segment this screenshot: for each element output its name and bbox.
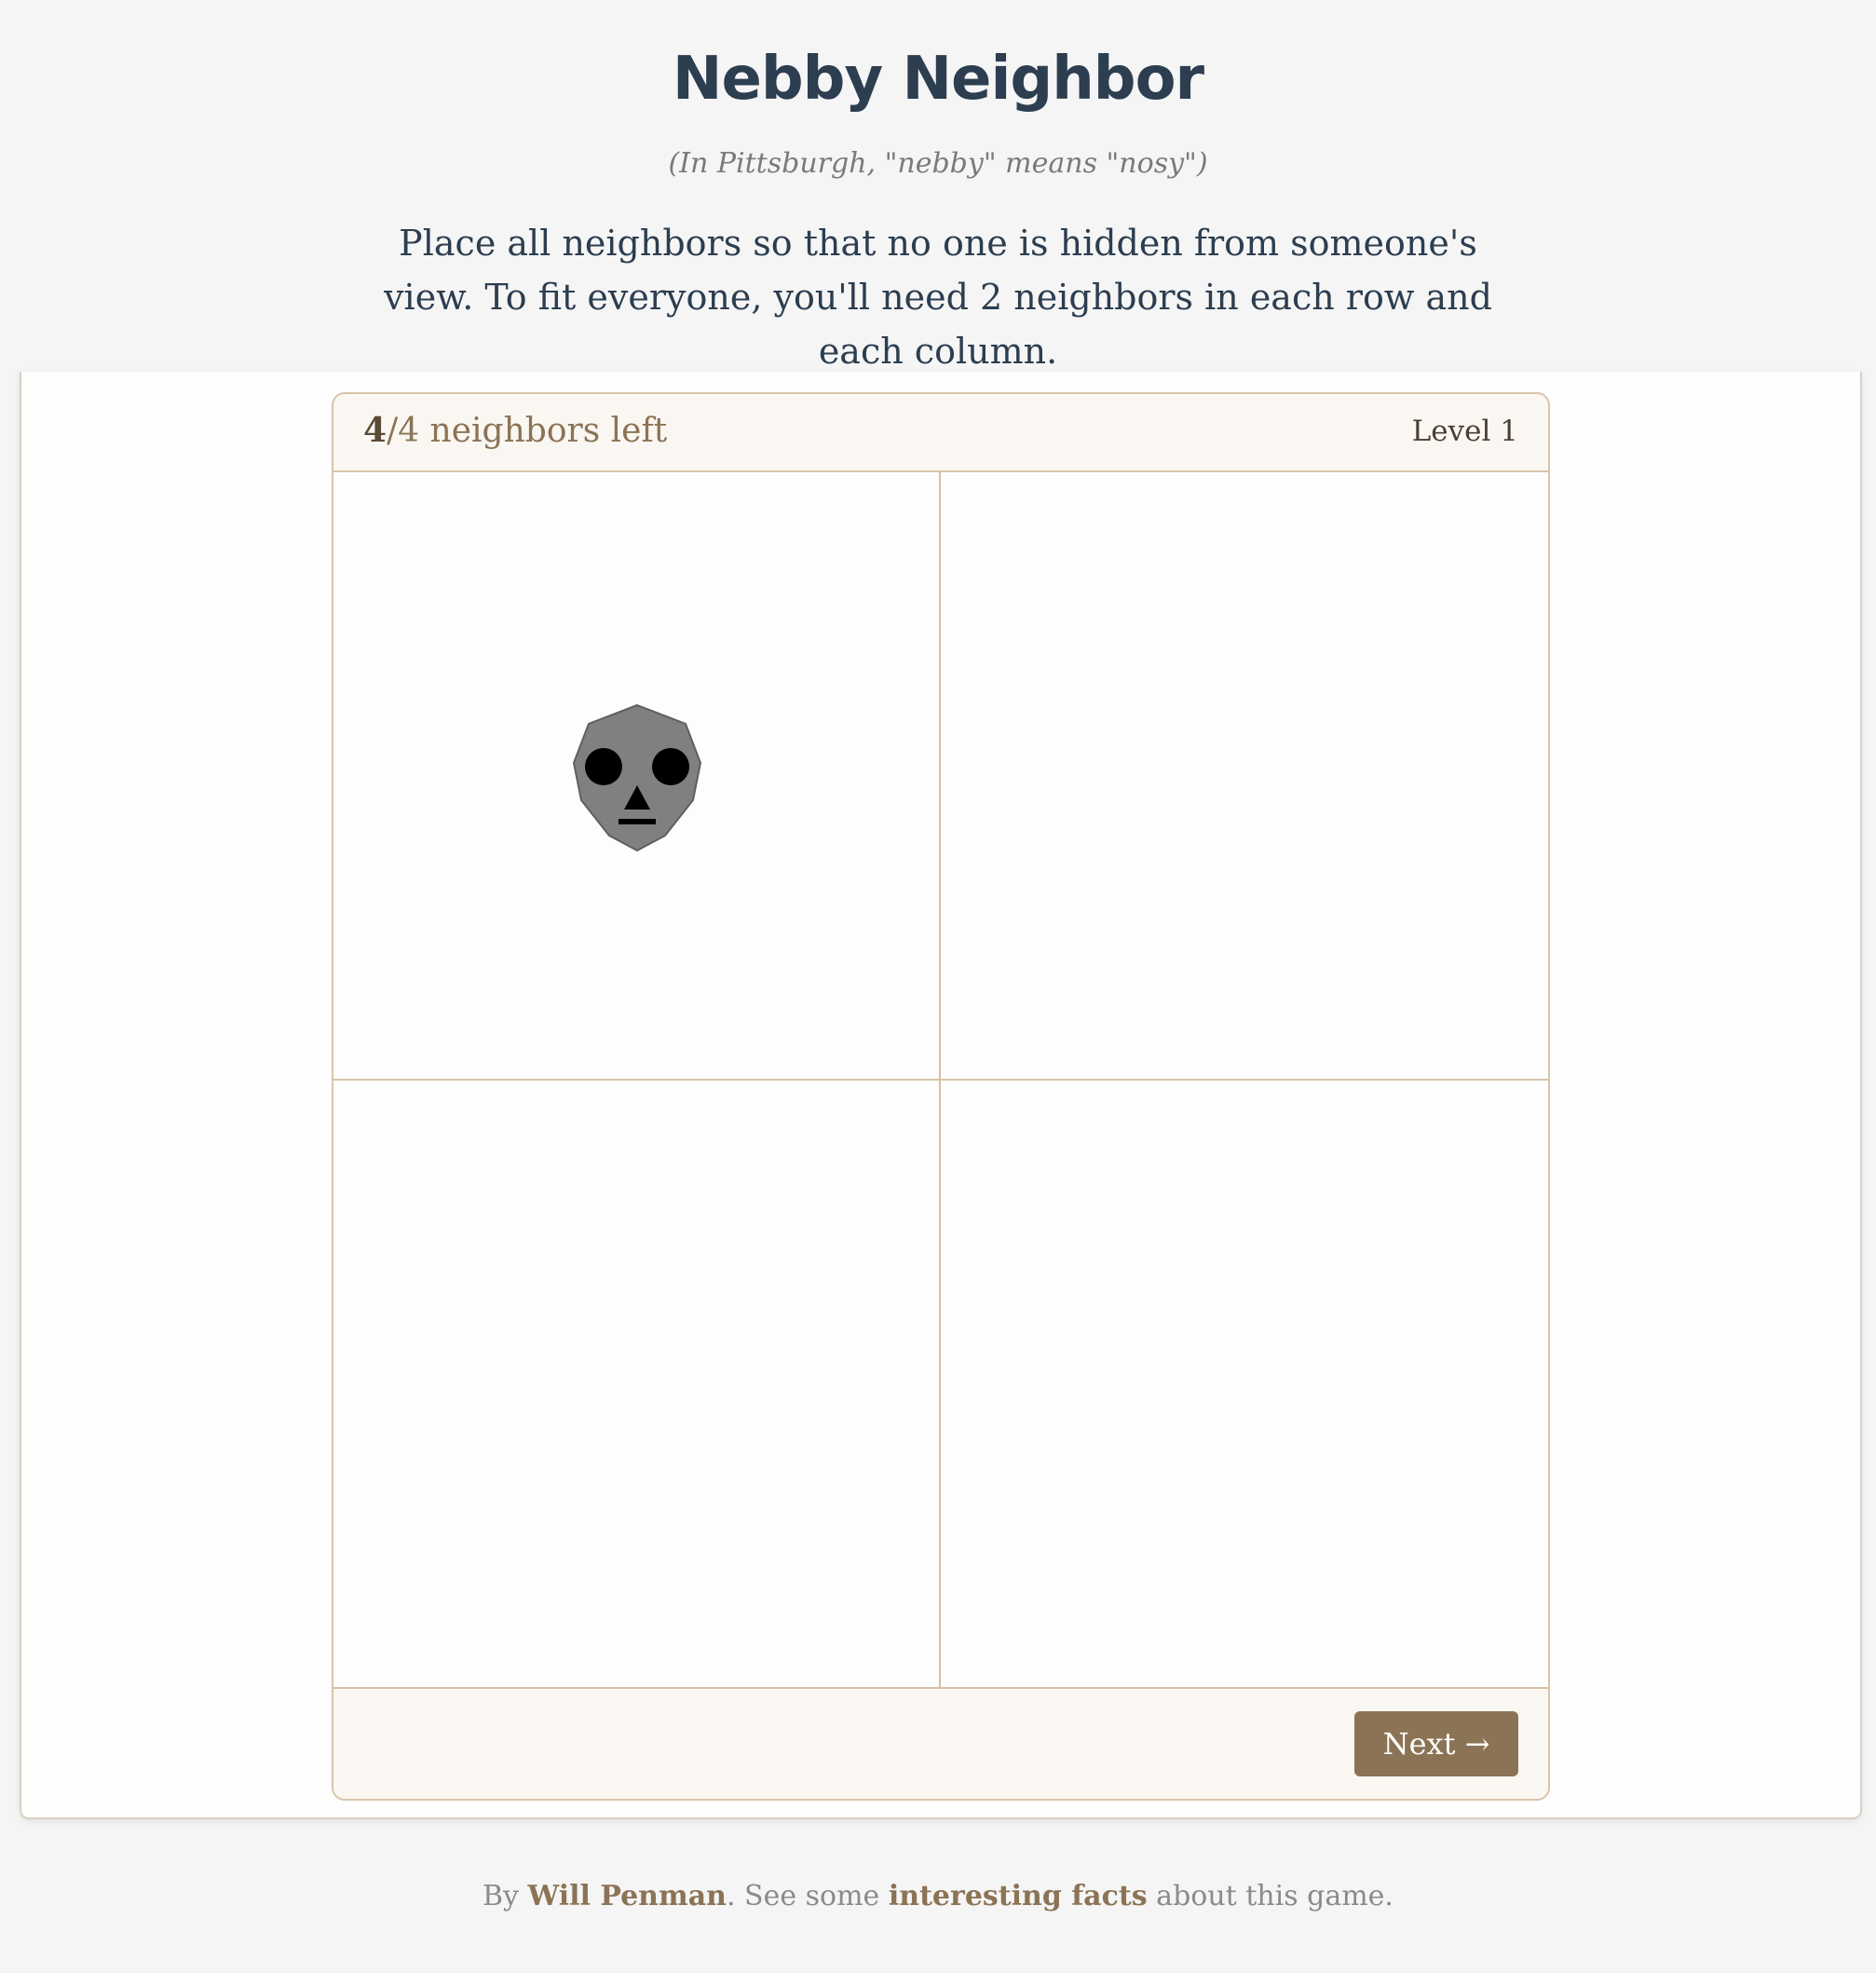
next-button[interactable]: Next → [1354, 1711, 1518, 1776]
page-subtitle: (In Pittsburgh, "nebby" means "nosy") [668, 147, 1208, 180]
grid-cell-r1-c2[interactable] [941, 472, 1548, 1081]
credits-end: about this game. [1147, 1880, 1393, 1912]
credits-by: By [483, 1880, 528, 1912]
board-header: 4/4 neighbors left Level 1 [333, 394, 1548, 472]
credits-middle: . See some [726, 1880, 889, 1912]
credits-footer: By Will Penman. See some interesting fac… [0, 1880, 1876, 1912]
level-indicator: Level 1 [1411, 415, 1518, 448]
neighbor-grid [333, 472, 1548, 1689]
grid-cell-r1-c1[interactable] [333, 472, 941, 1081]
neighbors-left-label: /4 neighbors left [387, 412, 668, 450]
neighbors-remaining-count: 4 [363, 411, 387, 450]
author-link[interactable]: Will Penman [528, 1880, 727, 1912]
interesting-facts-link[interactable]: interesting facts [889, 1880, 1148, 1912]
game-board-card: 4/4 neighbors left Level 1 Next → [332, 392, 1550, 1801]
page-title: Nebby Neighbor [672, 45, 1204, 114]
grid-cell-r2-c1[interactable] [333, 1081, 941, 1689]
board-footer: Next → [333, 1689, 1548, 1799]
grid-cell-r2-c2[interactable] [941, 1081, 1548, 1689]
gray-neighbor-face-icon[interactable] [572, 703, 702, 852]
neighbors-left-counter: 4/4 neighbors left [363, 411, 667, 450]
instructions-text: Place all neighbors so that no one is hi… [384, 223, 1492, 372]
